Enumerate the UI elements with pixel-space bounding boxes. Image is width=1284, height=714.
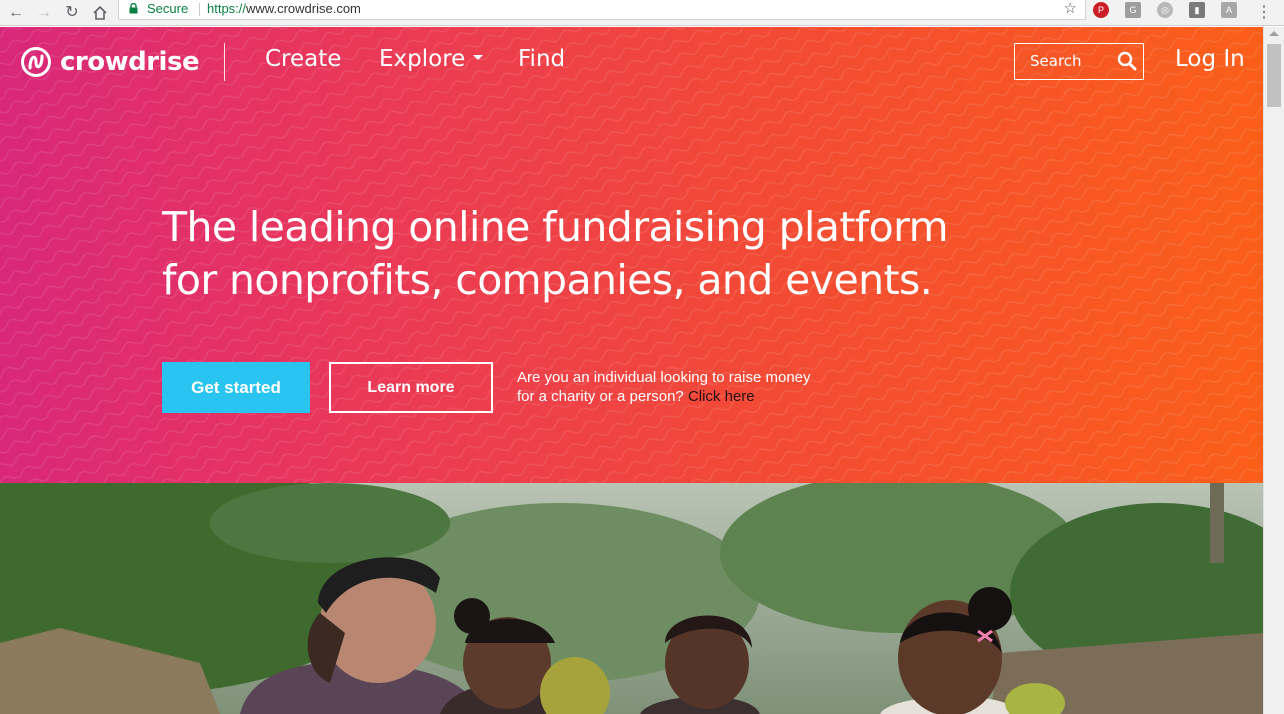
pdf-extension-icon[interactable]: A — [1221, 2, 1237, 18]
login-link[interactable]: Log In — [1175, 46, 1245, 72]
scrollbar-thumb[interactable] — [1267, 44, 1281, 107]
hero-section: crowdrise Create Explore Find Search Log… — [0, 27, 1263, 483]
hero-headline: The leading online fundraising platform … — [162, 201, 962, 307]
page-scrollbar[interactable] — [1263, 27, 1284, 714]
nav-explore[interactable]: Explore — [379, 46, 484, 72]
reload-icon[interactable]: ↻ — [62, 3, 82, 23]
brand-name: crowdrise — [60, 47, 200, 77]
url-host: www.crowdrise.com — [246, 1, 361, 16]
individual-text-1: Are you an individual looking to raise m… — [517, 369, 811, 386]
menu-dots-icon[interactable]: ⋮ — [1254, 3, 1274, 23]
crowdrise-logo-icon — [21, 47, 51, 77]
secure-label: Secure — [147, 1, 189, 16]
headline-line-1: The leading online fundraising platform — [162, 203, 949, 251]
circle-extension-icon[interactable]: ◎ — [1157, 2, 1173, 18]
search-icon[interactable] — [1117, 51, 1137, 71]
forward-arrow-icon[interactable]: → — [34, 3, 54, 23]
search-input[interactable]: Search — [1014, 43, 1144, 80]
individual-text-2: for a charity or a person? — [517, 388, 684, 405]
chevron-down-icon — [473, 55, 484, 60]
browser-toolbar: ← → ↻ Secure https://www.crowdrise.com ☆… — [0, 0, 1284, 26]
back-arrow-icon[interactable]: ← — [6, 3, 26, 23]
women-laughing-photo — [0, 483, 1263, 714]
bookmark-star-icon[interactable]: ☆ — [1064, 0, 1077, 18]
click-here-link[interactable]: Click here — [688, 388, 755, 405]
lock-icon — [129, 3, 138, 14]
headline-line-2: for nonprofits, companies, and events. — [162, 256, 933, 304]
get-started-button[interactable]: Get started — [162, 362, 310, 413]
url-scheme: https:// — [207, 1, 247, 16]
g-extension-icon[interactable]: G — [1125, 2, 1141, 18]
scroll-up-arrow-icon[interactable] — [1269, 31, 1279, 36]
nav-explore-label: Explore — [379, 46, 466, 72]
individual-prompt: Are you an individual looking to raise m… — [517, 368, 837, 406]
brand-divider — [224, 43, 225, 81]
learn-more-button[interactable]: Learn more — [329, 362, 493, 413]
omnibox-divider — [199, 3, 200, 16]
address-bar[interactable]: Secure https://www.crowdrise.com ☆ — [118, 0, 1086, 20]
pinterest-extension-icon[interactable]: P — [1093, 2, 1109, 18]
hero-photo — [0, 483, 1263, 714]
url-text[interactable]: https://www.crowdrise.com — [207, 0, 361, 18]
evernote-extension-icon[interactable]: ▮ — [1189, 2, 1205, 18]
home-icon[interactable] — [90, 3, 110, 23]
brand-logo[interactable]: crowdrise — [20, 45, 200, 79]
nav-find[interactable]: Find — [518, 46, 565, 72]
search-placeholder: Search — [1030, 52, 1082, 70]
nav-create[interactable]: Create — [265, 46, 341, 72]
